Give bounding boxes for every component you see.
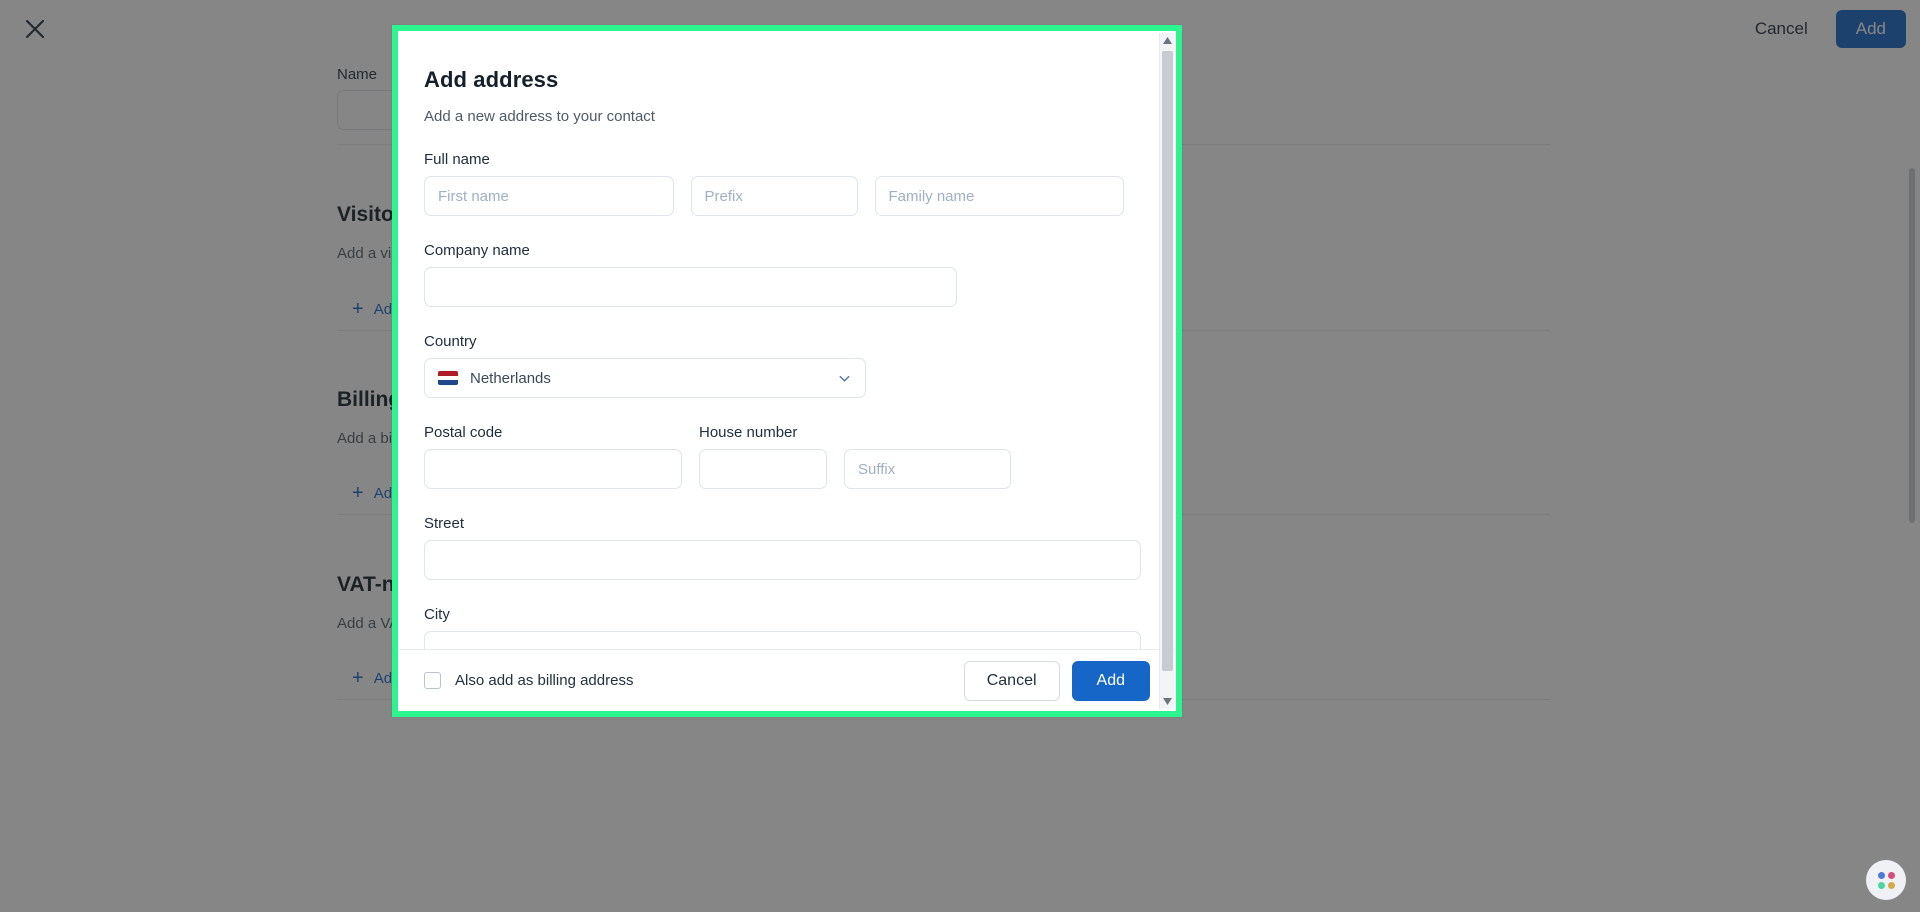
app-root: Cancel Add Name Visitor address Add a vi… — [0, 0, 1920, 912]
postal-code-input[interactable] — [424, 449, 682, 489]
scroll-up-arrow-icon[interactable] — [1160, 33, 1175, 48]
country-select-wrapper: Netherlands — [424, 358, 866, 398]
prefix-input[interactable] — [690, 176, 858, 216]
city-label: City — [424, 606, 450, 623]
scroll-down-arrow-icon[interactable] — [1160, 694, 1175, 709]
postal-house-labels: Postal code House number — [424, 398, 1124, 449]
dialog-cancel-button[interactable]: Cancel — [963, 660, 1060, 701]
flag-netherlands-icon — [438, 371, 458, 385]
company-name-input[interactable] — [424, 267, 957, 307]
assistant-dots-icon[interactable] — [1866, 860, 1906, 900]
dialog-title: Add address — [424, 67, 559, 92]
dialog-add-button[interactable]: Add — [1071, 660, 1150, 701]
add-address-dialog: Add address Add a new address to your co… — [398, 31, 1176, 711]
country-selected-value: Netherlands — [470, 369, 551, 387]
full-name-row — [424, 176, 1124, 216]
first-name-input[interactable] — [424, 176, 674, 216]
dialog-scrollbar-thumb[interactable] — [1162, 51, 1173, 671]
street-label: Street — [424, 515, 465, 532]
postal-code-label: Postal code — [424, 424, 503, 441]
dots-grid — [1877, 871, 1895, 889]
country-select[interactable]: Netherlands — [424, 358, 866, 398]
dialog-subtitle: Add a new address to your contact — [424, 108, 655, 125]
also-billing-checkbox-label: Also add as billing address — [455, 672, 634, 689]
house-number-label: House number — [699, 424, 798, 441]
also-billing-checkbox[interactable] — [424, 672, 441, 689]
dialog-scrollbar[interactable] — [1159, 33, 1174, 709]
company-name-label: Company name — [424, 242, 530, 259]
dialog-footer: Also add as billing address Cancel Add — [398, 649, 1176, 711]
chevron-down-icon — [836, 370, 852, 386]
also-billing-checkbox-row[interactable]: Also add as billing address — [424, 672, 633, 689]
family-name-input[interactable] — [874, 176, 1124, 216]
dialog-scroll-area: Add address Add a new address to your co… — [398, 31, 1176, 711]
suffix-input[interactable] — [844, 449, 1011, 489]
country-label: Country — [424, 333, 477, 350]
house-number-input[interactable] — [699, 449, 827, 489]
street-input[interactable] — [424, 540, 1141, 580]
full-name-label: Full name — [424, 151, 490, 168]
highlight-ring: Add address Add a new address to your co… — [392, 25, 1182, 717]
postal-house-row — [424, 449, 1124, 489]
dialog-footer-actions: Cancel Add — [963, 660, 1150, 701]
